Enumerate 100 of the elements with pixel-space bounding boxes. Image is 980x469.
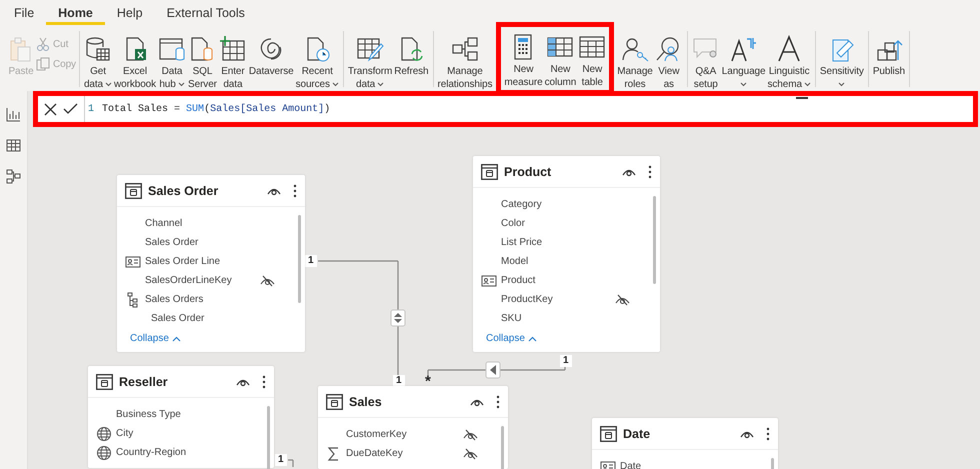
ribbon-button[interactable]: Linguistic schema — [766, 35, 812, 91]
field-name[interactable]: Business Type — [116, 409, 274, 420]
field-name[interactable]: Sales Orders — [145, 294, 305, 305]
cardinality-label: 1 — [393, 375, 405, 387]
scissors-icon — [36, 37, 50, 51]
table-card[interactable]: Sales CustomerKey DueDateKey — [318, 386, 508, 469]
table-icon — [600, 426, 617, 442]
ribbon-button[interactable]: Q&A setup — [690, 35, 721, 91]
scrollbar[interactable] — [267, 406, 270, 469]
more-options-icon[interactable] — [648, 164, 652, 178]
ribbon-button[interactable]: New column — [544, 33, 578, 89]
scrollbar[interactable] — [653, 196, 656, 284]
ribbon-button[interactable]: Sensitivity — [818, 35, 865, 90]
table-icon — [96, 374, 113, 390]
table-title: Product — [504, 164, 552, 178]
more-options-icon[interactable] — [766, 426, 770, 440]
field-name[interactable]: Date — [620, 461, 778, 469]
table-icon — [326, 394, 343, 410]
relationship-line[interactable] — [427, 370, 429, 377]
bar-chart-icon[interactable] — [6, 107, 21, 122]
commit-button[interactable] — [63, 103, 78, 115]
id-card-icon — [125, 254, 141, 270]
more-options-icon[interactable] — [262, 374, 266, 388]
ribbon-button[interactable]: Excel workbook — [113, 35, 158, 91]
eye-slash-icon[interactable] — [260, 274, 275, 286]
chevron-down-icon — [105, 82, 112, 88]
close-icon — [44, 102, 57, 116]
ribbon-button[interactable]: SQL Server — [187, 35, 218, 91]
field-name[interactable]: Model — [501, 256, 660, 267]
linked-tables-icon — [450, 35, 479, 63]
ribbon-button[interactable]: New table — [577, 33, 608, 89]
ribbon-button[interactable]: New measure — [503, 33, 544, 89]
table-title: Date — [623, 426, 652, 440]
table-title: Reseller — [119, 374, 169, 388]
menu-tab[interactable]: External Tools — [154, 3, 257, 25]
cardinality-label: * — [424, 376, 432, 388]
ribbon-button[interactable]: Get data — [82, 35, 114, 91]
collapse-link[interactable]: Collapse — [486, 333, 537, 344]
field-name[interactable]: ProductKey — [501, 294, 615, 305]
checkmark-icon — [63, 103, 78, 115]
table-icon[interactable] — [6, 138, 21, 153]
table-card[interactable]: Reseller Business Type City Country-Region — [88, 366, 274, 468]
ribbon-button[interactable]: Dataverse — [248, 35, 295, 78]
ribbon-button[interactable]: Publish — [872, 35, 906, 78]
eye-slash-icon[interactable] — [615, 294, 630, 306]
field-name[interactable]: Sales Order — [151, 313, 305, 324]
field-name[interactable]: Sales Order — [145, 237, 305, 248]
table-icon — [125, 182, 142, 198]
filter-direction-icon — [486, 362, 500, 378]
ribbon-button[interactable]: Data hub — [157, 35, 188, 91]
cardinality-label: 1 — [275, 454, 287, 466]
ribbon-button[interactable]: Enter data — [218, 35, 248, 91]
letters-icon — [730, 35, 758, 63]
field-name[interactable]: DueDateKey — [346, 448, 463, 459]
collapse-link[interactable]: Collapse — [130, 333, 181, 344]
copy-icon — [36, 57, 50, 71]
more-options-icon[interactable] — [293, 184, 297, 198]
ribbon-button[interactable]: Manage roles — [616, 35, 654, 91]
table-icon — [481, 164, 498, 180]
chevron-up-icon — [528, 336, 537, 342]
filter-direction-icon — [390, 310, 406, 326]
field-name[interactable]: CustomerKey — [346, 429, 463, 440]
chevron-up-icon — [172, 336, 181, 342]
field-name[interactable]: Sales Order Line — [145, 256, 305, 267]
field-name[interactable]: Country-Region — [116, 447, 274, 458]
table-card[interactable]: Sales Order Channel Sales Order Sales Order Line SalesOrderLineKey Sales Orders Sales Order Collapse — [117, 175, 305, 352]
cardinality-label: 1 — [305, 255, 317, 267]
chevron-down-icon — [178, 82, 185, 88]
table-card[interactable]: Product Category Color List Price Model Product ProductKey SKU Collapse — [473, 156, 660, 352]
scrollbar[interactable] — [298, 215, 301, 303]
chevron-down-icon — [377, 82, 384, 88]
menu-tab[interactable]: Help — [104, 3, 155, 25]
ribbon-button[interactable]: Refresh — [393, 35, 430, 78]
field-name[interactable]: Channel — [145, 218, 305, 229]
eye-slash-icon[interactable] — [463, 448, 478, 460]
ribbon-button[interactable]: View as — [654, 35, 684, 91]
field-name[interactable]: List Price — [501, 237, 660, 248]
chevron-down-icon — [804, 82, 811, 88]
table-title: Sales Order — [148, 184, 220, 198]
menu-tab[interactable]: File — [2, 3, 46, 25]
table-card[interactable]: Date Date — [592, 418, 778, 469]
field-name[interactable]: Product — [501, 275, 660, 286]
field-name[interactable]: Color — [501, 218, 660, 229]
ribbon-button[interactable]: Manage relationships — [436, 35, 494, 91]
field-name[interactable]: City — [116, 428, 274, 439]
table-title: Sales — [349, 394, 383, 408]
cancel-button[interactable] — [44, 102, 57, 116]
cardinality-label: 1 — [560, 355, 572, 367]
model-diagram-icon[interactable] — [6, 169, 21, 184]
ribbon-button[interactable]: Recent sources — [294, 35, 340, 91]
field-name[interactable]: Category — [501, 199, 660, 210]
more-options-icon[interactable] — [496, 394, 500, 408]
field-name[interactable]: SKU — [501, 313, 660, 324]
ribbon-button[interactable]: Transform data — [346, 35, 394, 91]
collapse-handle-icon[interactable] — [796, 97, 808, 99]
chevron-down-icon — [740, 82, 748, 87]
field-name[interactable]: SalesOrderLineKey — [145, 275, 260, 286]
eye-slash-icon[interactable] — [463, 428, 478, 440]
chevron-down-icon — [332, 82, 339, 88]
ribbon-button[interactable]: Language — [720, 35, 766, 90]
